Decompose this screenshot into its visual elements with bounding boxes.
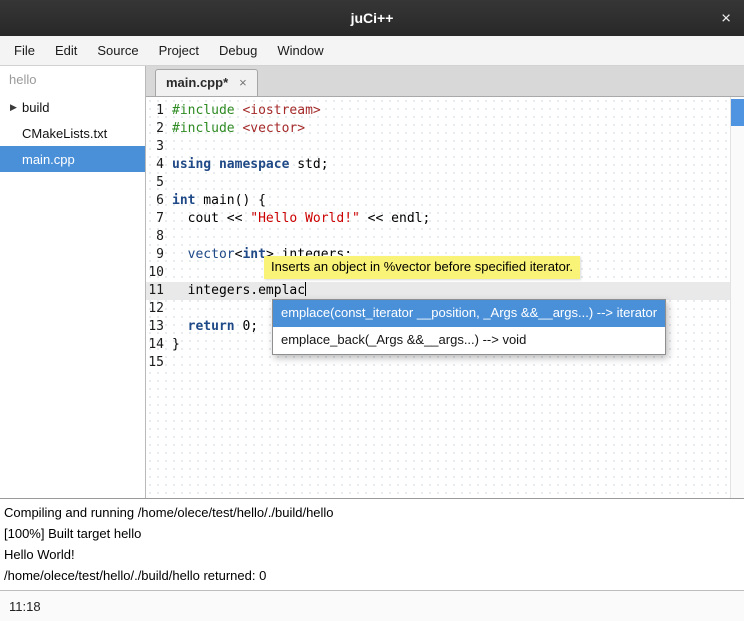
menubar: FileEditSourceProjectDebugWindow	[0, 36, 744, 66]
titlebar[interactable]: juCi++ ×	[0, 0, 744, 36]
statusbar: 11:18	[0, 590, 744, 621]
code-token: "Hello World!"	[250, 211, 360, 226]
expander-icon[interactable]: ▶	[5, 102, 22, 113]
code-text: #include <iostream>	[172, 102, 321, 120]
code-line[interactable]: 15	[146, 354, 730, 372]
code-token: using namespace	[172, 157, 289, 172]
scrollbar-thumb[interactable]	[731, 99, 744, 126]
file-tree: ▶build CMakeLists.txt main.cpp	[0, 94, 145, 172]
code-token: std;	[289, 157, 328, 172]
editor-scrollbar[interactable]	[730, 97, 744, 498]
code-editor[interactable]: 1#include <iostream>2#include <vector>34…	[146, 97, 730, 498]
completion-item[interactable]: emplace(const_iterator __position, _Args…	[273, 300, 665, 327]
menu-file[interactable]: File	[4, 36, 45, 65]
sidebar-item-cmakelists-txt[interactable]: CMakeLists.txt	[0, 120, 145, 146]
tab-close-icon[interactable]: ×	[239, 76, 247, 89]
output-line: Hello World!	[4, 544, 740, 565]
output-line: Compiling and running /home/olece/test/h…	[4, 502, 740, 523]
tree-item-label: CMakeLists.txt	[22, 126, 107, 141]
code-line[interactable]: 1#include <iostream>	[146, 102, 730, 120]
code-token: vector	[188, 247, 235, 262]
completion-item[interactable]: emplace_back(_Args &&__args...) --> void	[273, 327, 665, 354]
line-number: 14	[146, 336, 172, 354]
tabbar: main.cpp* ×	[146, 66, 744, 97]
code-token: #include	[172, 121, 235, 136]
output-line: /home/olece/test/hello/./build/hello ret…	[4, 565, 740, 586]
cursor-position: 11:18	[9, 599, 41, 614]
line-number: 11	[146, 282, 172, 300]
line-number: 6	[146, 192, 172, 210]
line-number: 2	[146, 120, 172, 138]
line-number: 12	[146, 300, 172, 318]
code-text: integers.emplac	[172, 282, 306, 300]
text-cursor	[305, 282, 306, 296]
code-line[interactable]: 8	[146, 228, 730, 246]
code-line[interactable]: 11 integers.emplac	[146, 282, 730, 300]
line-number: 4	[146, 156, 172, 174]
line-number: 1	[146, 102, 172, 120]
tab-label: main.cpp*	[166, 75, 228, 90]
menu-project[interactable]: Project	[149, 36, 209, 65]
code-token: <vector>	[242, 121, 305, 136]
window-title: juCi++	[351, 10, 394, 26]
menu-source[interactable]: Source	[87, 36, 148, 65]
tab-main-cpp[interactable]: main.cpp* ×	[155, 69, 258, 96]
code-token: 0;	[235, 319, 258, 334]
project-root-label: hello	[0, 66, 145, 94]
output-line: [100%] Built target hello	[4, 523, 740, 544]
code-line[interactable]: 7 cout << "Hello World!" << endl;	[146, 210, 730, 228]
code-token: << endl;	[360, 211, 430, 226]
line-number: 8	[146, 228, 172, 246]
code-line[interactable]: 2#include <vector>	[146, 120, 730, 138]
editor-column: main.cpp* × 1#include <iostream>2#includ…	[146, 66, 744, 498]
build-output-panel: Compiling and running /home/olece/test/h…	[0, 498, 744, 590]
line-number: 7	[146, 210, 172, 228]
code-token: #include	[172, 103, 235, 118]
code-token: main() {	[195, 193, 265, 208]
line-number: 3	[146, 138, 172, 156]
code-line[interactable]: 4using namespace std;	[146, 156, 730, 174]
tree-item-label: build	[22, 100, 49, 115]
line-number: 13	[146, 318, 172, 336]
close-icon[interactable]: ×	[721, 10, 731, 27]
code-text: int main() {	[172, 192, 266, 210]
code-token: <iostream>	[242, 103, 320, 118]
menu-debug[interactable]: Debug	[209, 36, 267, 65]
code-token: int	[172, 193, 195, 208]
tree-item-label: main.cpp	[22, 152, 75, 167]
code-token: cout <<	[172, 211, 250, 226]
line-number: 15	[146, 354, 172, 372]
code-text: using namespace std;	[172, 156, 329, 174]
line-number: 10	[146, 264, 172, 282]
line-number: 5	[146, 174, 172, 192]
code-token	[172, 247, 188, 262]
code-token: integers.emplac	[172, 283, 305, 298]
file-tree-sidebar: hello ▶build CMakeLists.txt main.cpp	[0, 66, 146, 498]
app-window: juCi++ × FileEditSourceProjectDebugWindo…	[0, 0, 744, 621]
code-text: return 0;	[172, 318, 258, 336]
code-token: }	[172, 337, 180, 352]
code-line[interactable]: 6int main() {	[146, 192, 730, 210]
sidebar-item-main-cpp[interactable]: main.cpp	[0, 146, 145, 172]
code-token: return	[188, 319, 235, 334]
menu-window[interactable]: Window	[267, 36, 333, 65]
code-token	[172, 319, 188, 334]
menu-edit[interactable]: Edit	[45, 36, 87, 65]
code-text: #include <vector>	[172, 120, 305, 138]
code-token: int	[242, 247, 265, 262]
code-text: }	[172, 336, 180, 354]
doc-tooltip: Inserts an object in %vector before spec…	[264, 256, 580, 279]
sidebar-item-build[interactable]: ▶build	[0, 94, 145, 120]
editor-row: 1#include <iostream>2#include <vector>34…	[146, 97, 744, 498]
completion-popup: emplace(const_iterator __position, _Args…	[272, 299, 666, 355]
code-line[interactable]: 3	[146, 138, 730, 156]
code-text: cout << "Hello World!" << endl;	[172, 210, 430, 228]
code-line[interactable]: 5	[146, 174, 730, 192]
line-number: 9	[146, 246, 172, 264]
main-area: hello ▶build CMakeLists.txt main.cpp main.…	[0, 66, 744, 498]
